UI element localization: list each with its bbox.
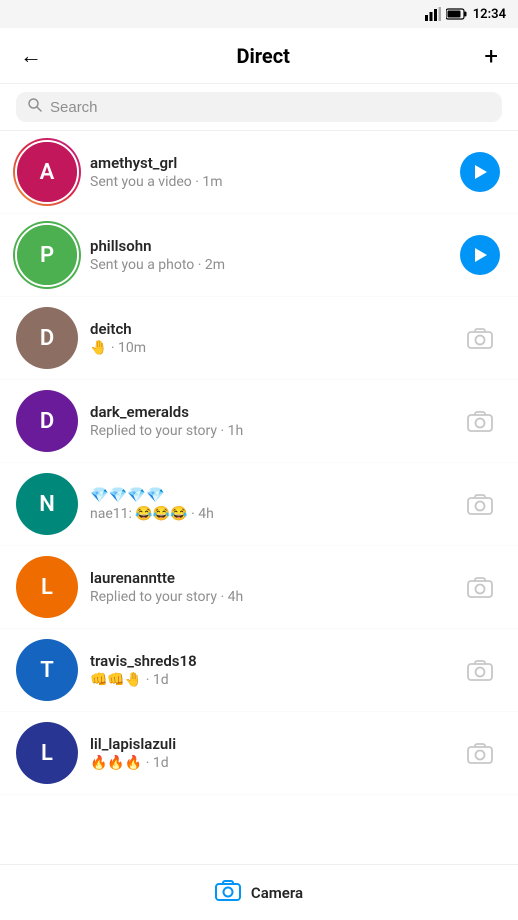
message-content: laurenanntte Replied to your story · 4h <box>90 569 446 605</box>
message-username: amethyst_grl <box>90 154 446 172</box>
message-preview: 🤚 · 10m <box>90 340 446 356</box>
message-preview: Replied to your story · 1h <box>90 423 446 439</box>
avatar: P <box>16 224 78 286</box>
list-item[interactable]: Llaurenanntte Replied to your story · 4h <box>0 546 518 629</box>
camera-bottom-icon <box>215 879 241 907</box>
message-content: 💎💎💎💎 nae11: 😂😂😂 · 4h <box>90 486 446 522</box>
camera-button[interactable] <box>458 648 502 692</box>
message-content: deitch 🤚 · 10m <box>90 320 446 356</box>
search-icon <box>28 98 42 116</box>
avatar: L <box>16 556 78 618</box>
status-icons: 12:34 <box>425 7 506 22</box>
avatar: D <box>16 307 78 369</box>
header: ← Direct + <box>0 28 518 84</box>
message-username: lil_lapislazuli <box>90 735 446 753</box>
camera-button[interactable] <box>458 399 502 443</box>
avatar: L <box>16 722 78 784</box>
play-button[interactable] <box>458 233 502 277</box>
camera-button[interactable] <box>458 565 502 609</box>
list-item[interactable]: Llil_lapislazuli 🔥🔥🔥 · 1d <box>0 712 518 795</box>
message-content: dark_emeralds Replied to your story · 1h <box>90 403 446 439</box>
message-username: travis_shreds18 <box>90 652 446 670</box>
back-button[interactable]: ← <box>16 39 46 73</box>
bottom-bar[interactable]: Camera <box>0 864 518 920</box>
search-bar <box>0 84 518 131</box>
message-username: dark_emeralds <box>90 403 446 421</box>
message-preview: 👊👊🤚 · 1d <box>90 672 446 688</box>
page-title: Direct <box>236 44 289 68</box>
list-item[interactable]: Pphillsohn Sent you a photo · 2m <box>0 214 518 297</box>
message-content: phillsohn Sent you a photo · 2m <box>90 237 446 273</box>
list-item[interactable]: Ddeitch 🤚 · 10m <box>0 297 518 380</box>
avatar: N <box>16 473 78 535</box>
camera-icon <box>467 576 493 598</box>
avatar: A <box>16 141 78 203</box>
new-message-button[interactable]: + <box>480 38 502 74</box>
camera-icon <box>467 410 493 432</box>
camera-button[interactable] <box>458 316 502 360</box>
battery-icon <box>446 8 468 20</box>
message-username: laurenanntte <box>90 569 446 587</box>
message-username: phillsohn <box>90 237 446 255</box>
message-preview: 🔥🔥🔥 · 1d <box>90 755 446 771</box>
list-item[interactable]: N 💎💎💎💎 nae11: 😂😂😂 · 4h <box>0 463 518 546</box>
status-time: 12:34 <box>473 7 506 22</box>
list-item[interactable]: Ttravis_shreds18 👊👊🤚 · 1d <box>0 629 518 712</box>
status-bar: 12:34 <box>0 0 518 28</box>
message-content: amethyst_grl Sent you a video · 1m <box>90 154 446 190</box>
camera-icon <box>467 659 493 681</box>
camera-icon <box>467 327 493 349</box>
list-item[interactable]: Aamethyst_grl Sent you a video · 1m <box>0 131 518 214</box>
camera-icon <box>467 493 493 515</box>
search-wrap[interactable] <box>16 92 502 122</box>
message-username: 💎💎💎💎 <box>90 486 446 504</box>
message-preview: Sent you a video · 1m <box>90 174 446 190</box>
message-preview: Sent you a photo · 2m <box>90 257 446 273</box>
play-button[interactable] <box>458 150 502 194</box>
message-username: deitch <box>90 320 446 338</box>
message-content: travis_shreds18 👊👊🤚 · 1d <box>90 652 446 688</box>
camera-button[interactable] <box>458 731 502 775</box>
avatar: D <box>16 390 78 452</box>
camera-button[interactable] <box>458 482 502 526</box>
message-content: lil_lapislazuli 🔥🔥🔥 · 1d <box>90 735 446 771</box>
message-list: Aamethyst_grl Sent you a video · 1m Pphill… <box>0 131 518 795</box>
message-preview: nae11: 😂😂😂 · 4h <box>90 506 446 522</box>
search-input[interactable] <box>50 99 490 116</box>
list-item[interactable]: Ddark_emeralds Replied to your story · 1h <box>0 380 518 463</box>
message-preview: Replied to your story · 4h <box>90 589 446 605</box>
camera-label: Camera <box>251 884 303 902</box>
camera-icon <box>467 742 493 764</box>
avatar: T <box>16 639 78 701</box>
signal-icon <box>425 7 441 21</box>
